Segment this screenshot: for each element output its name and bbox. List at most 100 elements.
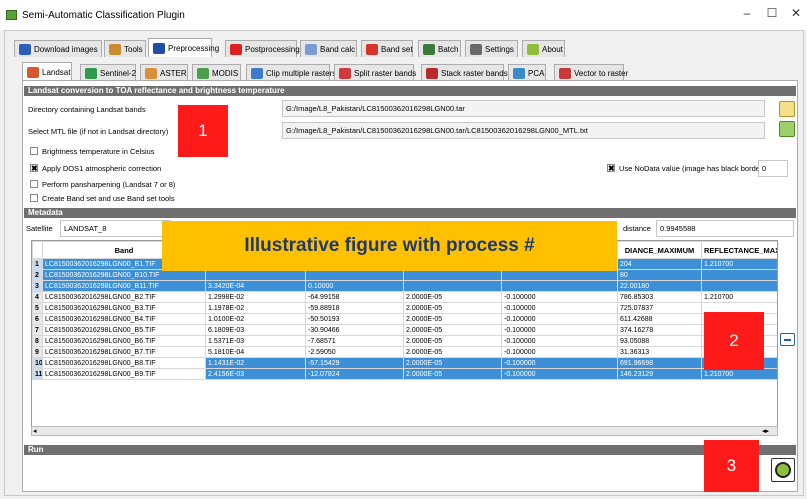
subtab-sentinel-2[interactable]: Sentinel-2 [80,64,136,81]
table-cell[interactable] [305,269,404,281]
table-cell[interactable]: 0.10000 [305,280,404,292]
band-cell[interactable]: LC81500362016298LGN00_B8.TIF [42,357,206,369]
table-cell[interactable]: 2.0000E-05 [403,313,502,325]
row-number[interactable]: 3 [32,280,43,292]
table-cell[interactable] [501,280,618,292]
row-number[interactable]: 8 [32,335,43,347]
row-number[interactable]: 6 [32,313,43,325]
table-row[interactable]: 3 LC81500362016298LGN00_B11.TIF 3.3420E-04… [32,280,777,292]
run-button[interactable] [771,458,795,482]
table-cell[interactable]: 2.0000E-05 [403,324,502,336]
tab-batch[interactable]: Batch [418,40,461,57]
table-cell[interactable]: -0.100000 [501,324,618,336]
table-cell[interactable]: 80 [617,269,702,281]
horizontal-scrollbar[interactable]: ◂ ◂▸ [31,426,778,436]
row-number[interactable]: 10 [32,357,43,369]
subtab-aster[interactable]: ASTER [140,64,188,81]
table-cell[interactable]: 725.07837 [617,302,702,314]
table-cell[interactable]: 691.96698 [617,357,702,369]
table-cell[interactable]: 2.0000E-05 [403,368,502,380]
table-cell[interactable]: -0.100000 [501,291,618,303]
band-cell[interactable]: LC81500362016298LGN00_B5.TIF [42,324,206,336]
maximize-button[interactable]: ☐ [762,6,782,22]
table-cell[interactable]: -2.59050 [305,346,404,358]
subtab-clip-multiple-rasters[interactable]: Clip multiple rasters [246,64,336,81]
tab-settings[interactable]: Settings [465,40,518,57]
table-row[interactable]: 10 LC81500362016298LGN00_B8.TIF 1.1431E-02… [32,357,777,369]
row-number[interactable]: 1 [32,258,43,270]
table-cell[interactable]: 93.05088 [617,335,702,347]
nodata-checkbox[interactable]: ✖ [607,164,615,173]
row-number[interactable]: 11 [32,368,43,380]
minimize-button[interactable]: – [737,6,757,22]
table-row[interactable]: 5 LC81500362016298LGN00_B3.TIF 1.1978E-02-… [32,302,777,314]
table-row[interactable]: 4 LC81500362016298LGN00_B2.TIF 1.2998E-02-… [32,291,777,303]
table-cell[interactable]: -64.99158 [305,291,404,303]
table-cell[interactable]: -57.15429 [305,357,404,369]
band-cell[interactable]: LC81500362016298LGN00_B10.TIF [42,269,206,281]
earth-sun-distance-field[interactable]: 0.9945588 [656,220,794,237]
table-cell[interactable] [701,269,777,281]
table-cell[interactable]: -12.07824 [305,368,404,380]
table-cell[interactable]: 22.00180 [617,280,702,292]
landsat-directory-field[interactable]: G:/Image/L8_Pakistan/LC81500362016298LGN… [282,100,765,117]
table-cell[interactable]: 2.0000E-05 [403,302,502,314]
header-cell[interactable] [32,241,43,259]
satellite-field[interactable]: LANDSAT_8 [60,220,170,237]
table-cell[interactable]: 1.2998E-02 [205,291,306,303]
table-cell[interactable]: 2.0000E-05 [403,357,502,369]
subtab-vector-to-raster[interactable]: Vector to raster [554,64,628,81]
table-cell[interactable]: 2.0000E-05 [403,291,502,303]
table-cell[interactable]: 2.0000E-05 [403,346,502,358]
nodata-value-spinbox[interactable]: 0 [758,160,788,177]
subtab-pca[interactable]: PCA [508,64,546,81]
table-row[interactable]: 2 LC81500362016298LGN00_B10.TIF 80 [32,269,777,281]
table-cell[interactable]: -59.88918 [305,302,404,314]
table-cell[interactable]: 786.85303 [617,291,702,303]
scroll-left-arrow-icon[interactable]: ◂ [33,427,37,435]
table-cell[interactable]: 374.16278 [617,324,702,336]
table-cell[interactable]: -0.100000 [501,346,618,358]
open-file-icon[interactable] [779,121,795,137]
row-number[interactable]: 7 [32,324,43,336]
row-number[interactable]: 9 [32,346,43,358]
table-cell[interactable] [205,269,306,281]
table-cell[interactable] [701,280,777,292]
table-cell[interactable]: 1.210700 [701,291,777,303]
band-cell[interactable]: LC81500362016298LGN00_B9.TIF [42,368,206,380]
close-button[interactable]: ✕ [787,6,805,22]
table-cell[interactable]: 31.36313 [617,346,702,358]
row-number[interactable]: 4 [32,291,43,303]
table-cell[interactable]: 2.0000E-05 [403,335,502,347]
band-cell[interactable]: LC81500362016298LGN00_B3.TIF [42,302,206,314]
band-cell[interactable]: LC81500362016298LGN00_B7.TIF [42,346,206,358]
band-cell[interactable]: LC81500362016298LGN00_B4.TIF [42,313,206,325]
band-cell[interactable]: LC81500362016298LGN00_B11.TIF [42,280,206,292]
table-cell[interactable]: 1.210700 [701,368,777,380]
table-cell[interactable] [501,269,618,281]
table-cell[interactable]: -30.90466 [305,324,404,336]
dos1-checkbox[interactable]: ✖ [30,164,38,173]
table-cell[interactable]: 611.42688 [617,313,702,325]
table-cell[interactable]: -0.100000 [501,368,618,380]
tab-about[interactable]: About [522,40,565,57]
table-row[interactable]: 7 LC81500362016298LGN00_B5.TIF 6.1809E-03-… [32,324,777,336]
table-cell[interactable]: 2.4156E-03 [205,368,306,380]
bandset-checkbox[interactable] [30,194,38,202]
table-cell[interactable]: 1.210700 [701,258,777,270]
table-cell[interactable]: 1.1431E-02 [205,357,306,369]
table-cell[interactable]: -0.100000 [501,302,618,314]
subtab-modis[interactable]: MODIS [192,64,241,81]
header-cell[interactable]: REFLECTANCE_MAX [701,241,777,259]
table-row[interactable]: 11 LC81500362016298LGN00_B9.TIF 2.4156E-03… [32,368,777,380]
row-number[interactable]: 5 [32,302,43,314]
tab-band-set[interactable]: Band set [361,40,413,57]
open-folder-icon[interactable] [779,101,795,117]
table-cell[interactable] [403,269,502,281]
table-cell[interactable]: -7.68571 [305,335,404,347]
table-cell[interactable]: 1.5371E-03 [205,335,306,347]
table-row[interactable]: 9 LC81500362016298LGN00_B7.TIF 5.1810E-04-… [32,346,777,358]
table-cell[interactable]: 204 [617,258,702,270]
table-cell[interactable] [403,280,502,292]
pansharpen-checkbox[interactable] [30,180,38,188]
